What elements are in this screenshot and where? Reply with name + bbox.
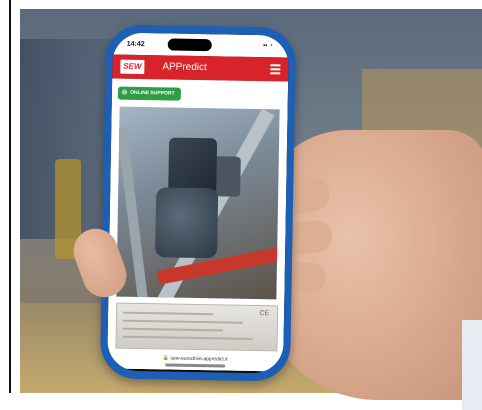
status-bar: 14:42 ▪▪ ◔ (112, 32, 289, 58)
shirt-sleeve (462, 320, 482, 410)
smartphone: 14:42 ▪▪ ◔ SEW APPredict ◎ ONLINE SUPPOR… (99, 24, 297, 382)
dynamic-island (167, 38, 212, 52)
app-title: APPredict (162, 61, 207, 74)
hamburger-menu-icon[interactable] (270, 64, 281, 75)
browser-url-bar[interactable]: 🔒 sew-eurodrive.appredict.it (107, 350, 284, 372)
ce-mark: CE (259, 310, 270, 318)
left-border-line (9, 0, 11, 393)
online-support-button[interactable]: ◎ ONLINE SUPPORT (117, 86, 181, 101)
camera-view[interactable] (116, 106, 280, 300)
app-content: ◎ ONLINE SUPPORT CE 🔒 sew-eurodrive.appr (107, 78, 289, 372)
battery-signal-icon: ▪▪ ◔ (263, 43, 273, 50)
motor-nameplate: CE (115, 302, 279, 352)
status-time: 14:42 (126, 40, 145, 49)
app-header: SEW APPredict (112, 54, 289, 82)
electric-motor (155, 187, 219, 259)
sew-logo[interactable]: SEW (120, 59, 145, 75)
online-support-label: ONLINE SUPPORT (130, 89, 175, 97)
url-text: 🔒 sew-eurodrive.appredict.it (162, 355, 228, 363)
phone-screen: 14:42 ▪▪ ◔ SEW APPredict ◎ ONLINE SUPPOR… (107, 32, 289, 374)
support-icon: ◎ (121, 89, 128, 96)
gearbox (168, 137, 218, 195)
